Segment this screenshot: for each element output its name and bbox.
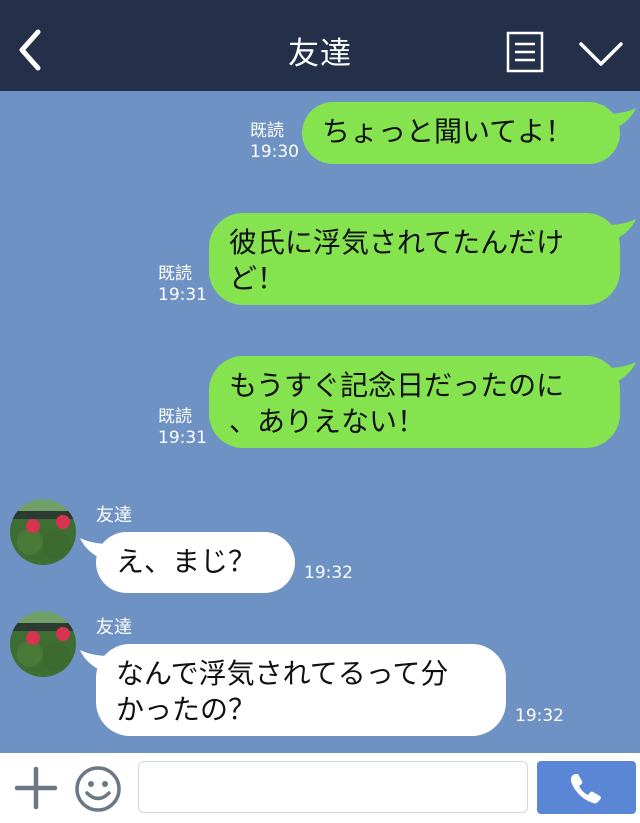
chat-title: 友達 — [288, 36, 352, 72]
call-button[interactable] — [537, 761, 636, 814]
message-bubble-received[interactable]: なんで浮気されてるって分 かったの？ — [80, 644, 506, 736]
read-receipt: 既読 19:31 — [158, 264, 207, 305]
message-text: え、まじ？ — [116, 545, 257, 578]
message-text-line: かったの？ — [116, 693, 257, 726]
bubble-tail — [606, 219, 636, 241]
plus-icon[interactable] — [14, 766, 58, 810]
chevron-down-icon[interactable] — [578, 40, 624, 68]
friend-avatar[interactable] — [10, 611, 76, 677]
message-bubble-sent[interactable]: ちょっと聞いてよ！ — [302, 102, 636, 164]
message-text: ちょっと聞いてよ！ — [322, 115, 574, 148]
message-text-line: もうすぐ記念日だったのに — [229, 369, 565, 402]
phone-icon — [570, 774, 601, 804]
chat-area[interactable]: 既読 19:30 ちょっと聞いてよ！ 既読 19:31 彼氏に浮気されてたんだけ… — [0, 91, 640, 753]
bubble-tail — [80, 538, 110, 560]
smile-icon[interactable] — [74, 765, 122, 813]
friend-avatar[interactable] — [10, 499, 76, 565]
note-icon[interactable] — [506, 31, 544, 73]
message-text-line: 彼氏に浮気されてたんだけ — [229, 226, 565, 259]
message-time: 19:32 — [304, 563, 353, 583]
sender-name: 友達 — [96, 505, 132, 526]
read-receipt: 既読 19:31 — [158, 407, 207, 448]
sender-name: 友達 — [96, 617, 132, 638]
message-time: 19:32 — [515, 706, 564, 726]
chat-header: 友達 — [0, 0, 640, 91]
bubble-tail — [606, 108, 636, 130]
input-bar — [0, 753, 640, 823]
message-text-line: ど！ — [229, 262, 286, 295]
message-bubble-received[interactable]: え、まじ？ — [80, 532, 295, 593]
bubble-tail — [80, 650, 110, 672]
message-bubble-sent[interactable]: もうすぐ記念日だったのに 、ありえない！ — [209, 356, 636, 448]
message-text-line: 、ありえない！ — [229, 405, 426, 438]
message-input[interactable] — [138, 761, 528, 813]
message-bubble-sent[interactable]: 彼氏に浮気されてたんだけ ど！ — [209, 213, 636, 305]
read-receipt: 既読 19:30 — [250, 121, 299, 162]
message-text-line: なんで浮気されてるって分 — [116, 657, 449, 690]
bubble-tail — [606, 362, 636, 384]
